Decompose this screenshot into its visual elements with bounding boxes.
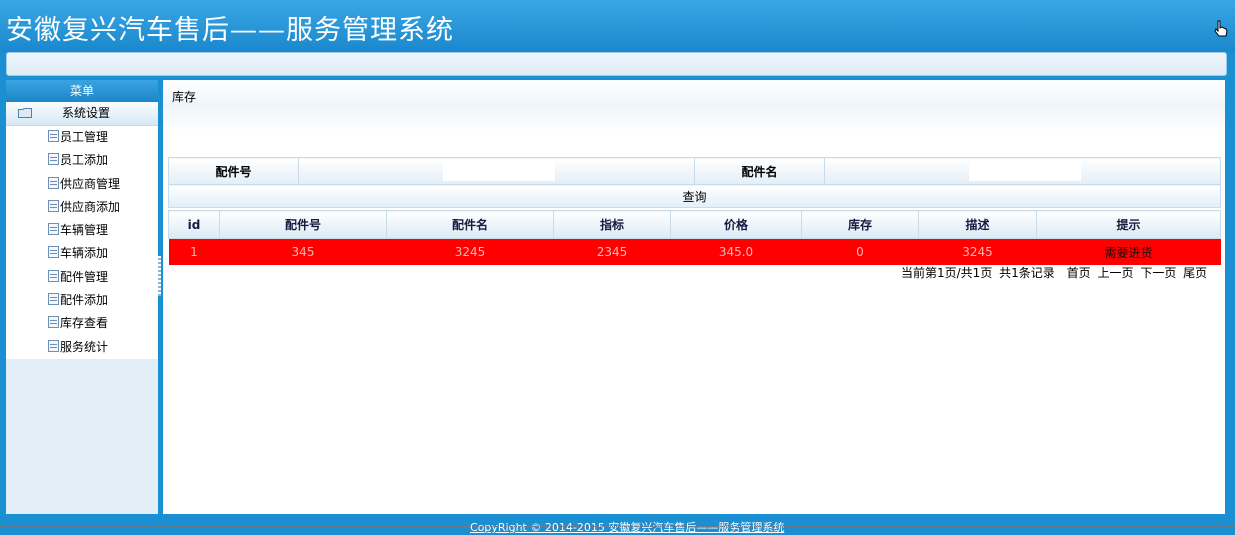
sidebar-item-supplier-add[interactable]: 供应商添加: [6, 195, 158, 220]
table-row[interactable]: 1 345 3245 2345 345.0 0 3245 需要进货: [168, 238, 1221, 265]
column-header-indicator: 指标: [553, 210, 671, 239]
sidebar-item-vehicle-add[interactable]: 车辆添加: [6, 242, 158, 266]
document-icon: [48, 246, 59, 259]
sidebar: 菜单 系统设置 员工管理 员工添加 供应商管理 供应商添加 车辆管理 车辆添加 …: [6, 80, 158, 514]
sidebar-item-label: 员工管理: [60, 130, 109, 144]
document-icon: [48, 130, 59, 142]
main-content: 库存 配件号 配件名 查询 id 配件号 配件名 指标 价格 库存 描述 提示: [163, 80, 1225, 514]
menu-title: 菜单: [6, 80, 158, 102]
sidebar-item-employee-manage[interactable]: 员工管理: [6, 126, 158, 150]
sidebar-item-label: 供应商管理: [60, 176, 121, 191]
document-icon: [48, 153, 59, 166]
hand-cursor-icon: [1214, 20, 1228, 37]
app-header: 安徽复兴汽车售后——服务管理系统: [0, 0, 1235, 52]
cell-part-no: 345: [219, 238, 387, 265]
sidebar-item-label: 员工添加: [60, 153, 109, 168]
sidebar-splitter-handle[interactable]: [158, 256, 161, 296]
toolbar-strip: [6, 52, 1227, 76]
cell-id: 1: [168, 238, 220, 265]
table-header-row: id 配件号 配件名 指标 价格 库存 描述 提示: [168, 210, 1221, 239]
sidebar-item-employee-add[interactable]: 员工添加: [6, 149, 158, 173]
document-icon: [48, 339, 59, 352]
document-icon: [48, 176, 59, 189]
sidebar-item-label: 车辆添加: [60, 246, 109, 261]
search-form: 配件号 配件名 查询: [168, 157, 1221, 208]
sidebar-item-vehicle-manage[interactable]: 车辆管理: [6, 219, 158, 243]
part-name-label: 配件名: [694, 157, 825, 185]
document-icon: [48, 223, 59, 236]
sidebar-item-supplier-manage[interactable]: 供应商管理: [6, 172, 158, 196]
first-page-link[interactable]: 首页: [1067, 266, 1091, 280]
bottom-divider: [0, 526, 1235, 527]
column-header-hint: 提示: [1036, 210, 1221, 239]
cell-part-name: 3245: [386, 238, 554, 265]
folder-label: 系统设置: [62, 106, 111, 120]
cell-indicator: 2345: [553, 238, 671, 265]
sidebar-item-service-stats[interactable]: 服务统计: [6, 335, 158, 359]
breadcrumb-label: 库存: [172, 90, 197, 104]
breadcrumb: 库存: [163, 80, 1225, 132]
footer: CopyRight © 2014-2015 安徽复兴汽车售后——服务管理系统: [0, 514, 1235, 535]
page-summary: 当前第1页/共1页: [901, 266, 993, 280]
part-name-input[interactable]: [969, 161, 1081, 181]
part-name-cell: [824, 157, 1221, 185]
sidebar-item-label: 配件添加: [60, 293, 109, 308]
sidebar-item-label: 车辆管理: [60, 223, 109, 238]
sidebar-item-label: 服务统计: [60, 339, 109, 354]
sidebar-item-parts-add[interactable]: 配件添加: [6, 289, 158, 313]
document-icon: [48, 269, 59, 282]
inventory-table: id 配件号 配件名 指标 价格 库存 描述 提示 1 345 3245 234…: [168, 210, 1221, 265]
column-header-part-name: 配件名: [386, 210, 554, 239]
query-button[interactable]: 查询: [168, 184, 1221, 208]
record-count: 共1条记录: [999, 266, 1055, 280]
cell-description: 3245: [918, 238, 1037, 265]
part-no-label: 配件号: [168, 157, 299, 185]
document-icon: [48, 293, 59, 306]
last-page-link[interactable]: 尾页: [1183, 266, 1207, 280]
sidebar-item-label: 配件管理: [60, 269, 109, 284]
part-no-cell: [298, 157, 695, 185]
prev-page-link[interactable]: 上一页: [1097, 266, 1133, 280]
copyright-text: CopyRight © 2014-2015 安徽复兴汽车售后——服务管理系统: [470, 521, 785, 534]
document-icon: [48, 199, 59, 212]
pagination: 当前第1页/共1页 共1条记录 首页 上一页 下一页 尾页: [901, 264, 1210, 281]
cell-price: 345.0: [670, 238, 802, 265]
folder-icon: [18, 108, 32, 118]
column-header-stock: 库存: [801, 210, 919, 239]
column-header-description: 描述: [918, 210, 1037, 239]
next-page-link[interactable]: 下一页: [1140, 266, 1176, 280]
document-icon: [48, 316, 59, 329]
part-no-input[interactable]: [443, 161, 555, 181]
sidebar-folder-system-settings[interactable]: 系统设置: [6, 102, 158, 126]
column-header-part-no: 配件号: [219, 210, 387, 239]
sidebar-item-label: 供应商添加: [60, 199, 121, 214]
app-title: 安徽复兴汽车售后——服务管理系统: [6, 15, 454, 46]
sidebar-item-label: 库存查看: [60, 316, 109, 331]
column-header-id: id: [168, 210, 220, 239]
cell-stock: 0: [801, 238, 919, 265]
sidebar-item-inventory-view[interactable]: 库存查看: [6, 312, 158, 336]
cell-hint: 需要进货: [1036, 238, 1221, 265]
sidebar-item-parts-manage[interactable]: 配件管理: [6, 265, 158, 290]
column-header-price: 价格: [670, 210, 802, 239]
